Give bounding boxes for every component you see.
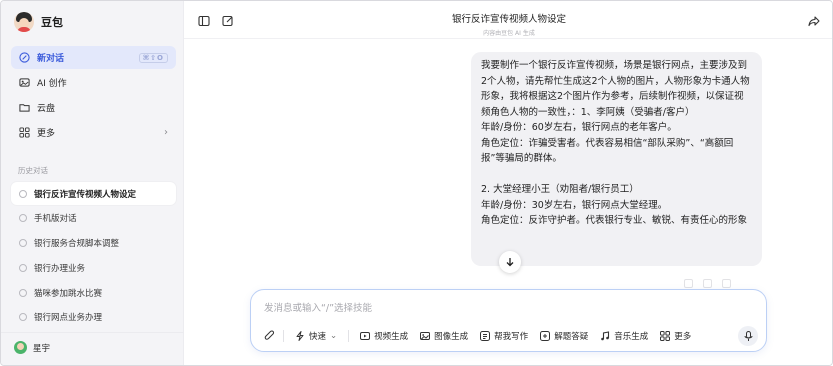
divider bbox=[283, 330, 284, 342]
chat-bubble-icon bbox=[19, 238, 27, 247]
history-item[interactable]: 银行服务合规脚本调整 bbox=[11, 231, 176, 254]
tool-label: 解题答疑 bbox=[554, 332, 589, 342]
user-profile[interactable]: 星宇 bbox=[14, 341, 50, 354]
page-title[interactable]: 银行反诈宣传视频人物设定 bbox=[184, 11, 832, 25]
arrow-down-icon bbox=[506, 258, 514, 267]
tool-music-generate[interactable]: 音乐生成 bbox=[597, 327, 651, 345]
music-icon bbox=[600, 331, 610, 341]
sidebar-item-more[interactable]: 更多 › bbox=[11, 121, 176, 144]
sidebar-item-label: 更多 bbox=[37, 129, 56, 139]
tool-more[interactable]: 更多 bbox=[657, 327, 694, 345]
tool-fast-mode[interactable]: 快速 ⌄ bbox=[292, 327, 340, 345]
share-icon[interactable] bbox=[808, 15, 820, 27]
shortcut-badge: ⌘⇧O bbox=[138, 52, 168, 63]
chat-bubble-icon bbox=[19, 263, 27, 272]
brand-name: 豆包 bbox=[41, 16, 63, 29]
more-grid-icon bbox=[660, 331, 671, 341]
scroll-to-bottom-button[interactable] bbox=[499, 251, 521, 273]
solve-icon bbox=[540, 331, 551, 341]
lightning-icon bbox=[295, 331, 305, 341]
sidebar-item-label: AI 创作 bbox=[37, 79, 67, 89]
history-item-label: 银行反诈宣传视频人物设定 bbox=[34, 189, 137, 200]
brand[interactable]: 豆包 bbox=[14, 12, 63, 32]
tool-solve[interactable]: 解题答疑 bbox=[537, 327, 591, 345]
message-text: 我要制作一个银行反诈宣传视频，场景是银行网点，主要涉及到2个人物，请先帮忙生成这… bbox=[481, 60, 750, 226]
sidebar: 豆包 新对话 ⌘⇧O AI 创作 云盘 更多 › 历史对话 银行反诈宣传视频人物… bbox=[1, 1, 184, 365]
sidebar-item-new-chat[interactable]: 新对话 ⌘⇧O bbox=[11, 46, 176, 69]
history-item-label: 银行服务合规脚本调整 bbox=[34, 238, 120, 249]
chat-bubble-icon bbox=[19, 312, 27, 321]
tool-label: 图像生成 bbox=[434, 332, 469, 342]
tool-image-generate[interactable]: 图像生成 bbox=[417, 327, 471, 345]
divider bbox=[348, 330, 350, 342]
tool-label: 帮我写作 bbox=[494, 332, 529, 342]
user-avatar bbox=[14, 341, 27, 354]
brand-avatar-icon bbox=[14, 12, 34, 32]
voice-input-button[interactable] bbox=[738, 326, 758, 346]
history-item[interactable]: 银行反诈宣传视频人物设定 bbox=[11, 182, 176, 205]
history-item-label: 手机版对话 bbox=[34, 213, 77, 224]
app-window: 豆包 新对话 ⌘⇧O AI 创作 云盘 更多 › 历史对话 银行反诈宣传视频人物… bbox=[0, 0, 833, 366]
divider bbox=[184, 38, 832, 39]
chat-bubble-icon bbox=[19, 189, 27, 198]
message-composer[interactable]: 发消息或输入“/”选择技能 快速 ⌄ 视频生成 图像生成 帮我写作 解题答疑 音… bbox=[250, 289, 767, 352]
user-message-bubble: 我要制作一个银行反诈宣传视频，场景是银行网点，主要涉及到2个人物，请先帮忙生成这… bbox=[471, 52, 762, 266]
sidebar-item-label: 云盘 bbox=[37, 104, 56, 114]
tool-label: 快速 bbox=[309, 332, 327, 342]
history-item-label: 猫咪参加跳水比赛 bbox=[34, 288, 103, 299]
tool-video-generate[interactable]: 视频生成 bbox=[357, 327, 411, 345]
composer-input[interactable]: 发消息或输入“/”选择技能 bbox=[264, 300, 372, 314]
chevron-right-icon: › bbox=[164, 127, 168, 138]
chat-bubble-icon bbox=[19, 288, 27, 297]
share-message-icon[interactable] bbox=[722, 279, 731, 288]
history-item[interactable]: 手机版对话 bbox=[11, 206, 176, 229]
chat-panel: 银行反诈宣传视频人物设定 内容由豆包 AI 生成 我要制作一个银行反诈宣传视频，… bbox=[184, 1, 832, 365]
chat-title-area: 银行反诈宣传视频人物设定 内容由豆包 AI 生成 bbox=[184, 11, 832, 37]
message-actions bbox=[684, 279, 731, 288]
history-item-label: 银行网点业务办理 bbox=[34, 312, 103, 323]
paperclip-icon[interactable] bbox=[263, 330, 275, 342]
chevron-down-icon: ⌄ bbox=[330, 331, 338, 341]
ai-disclaimer: 内容由豆包 AI 生成 bbox=[483, 30, 535, 37]
tool-label: 视频生成 bbox=[374, 332, 409, 342]
history-item-label: 银行办理业务 bbox=[34, 263, 86, 274]
history-item[interactable]: 银行办理业务 bbox=[11, 256, 176, 279]
tool-writing[interactable]: 帮我写作 bbox=[477, 327, 531, 345]
divider bbox=[1, 332, 184, 333]
user-name: 星宇 bbox=[33, 343, 51, 354]
tool-label: 音乐生成 bbox=[614, 332, 649, 342]
new-chat-icon bbox=[19, 52, 30, 63]
image-gen-icon bbox=[420, 331, 431, 341]
microphone-icon bbox=[744, 330, 752, 341]
sidebar-item-cloud-drive[interactable]: 云盘 bbox=[11, 96, 176, 119]
history-section-label: 历史对话 bbox=[18, 166, 48, 175]
sidebar-item-label: 新对话 bbox=[37, 54, 65, 64]
sidebar-item-ai-create[interactable]: AI 创作 bbox=[11, 71, 176, 94]
video-icon bbox=[360, 331, 371, 341]
copy-icon[interactable] bbox=[684, 279, 693, 288]
history-item[interactable]: 猫咪参加跳水比赛 bbox=[11, 281, 176, 304]
history-item[interactable]: 银行网点业务办理 bbox=[11, 305, 176, 328]
write-icon bbox=[480, 331, 491, 341]
edit-message-icon[interactable] bbox=[703, 279, 712, 288]
grid-icon bbox=[19, 127, 30, 138]
chat-bubble-icon bbox=[19, 213, 27, 222]
image-icon bbox=[19, 77, 30, 88]
folder-icon bbox=[19, 102, 30, 113]
composer-toolbar: 快速 ⌄ 视频生成 图像生成 帮我写作 解题答疑 音乐生成 更多 bbox=[263, 327, 694, 345]
tool-label: 更多 bbox=[674, 332, 692, 342]
